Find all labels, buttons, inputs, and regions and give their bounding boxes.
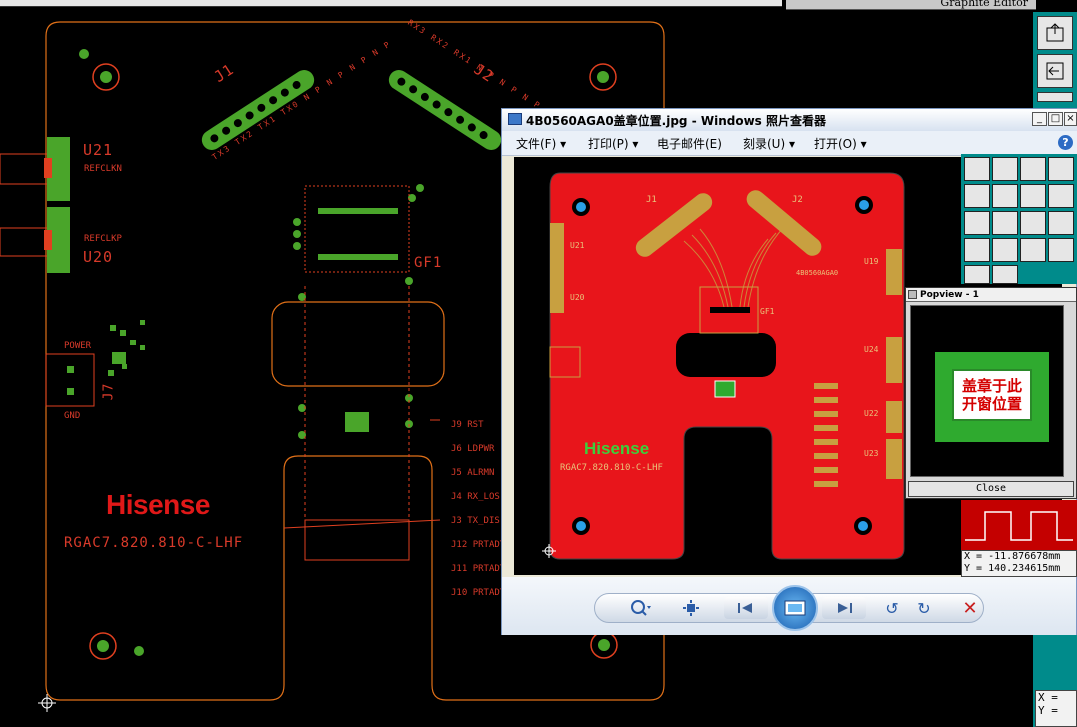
cad-coordinate-readout: X = Y =: [1035, 690, 1077, 727]
delete-icon[interactable]: ✕: [958, 595, 982, 621]
menu-burn[interactable]: 刻录(U) ▾: [743, 135, 795, 152]
viewer-titlebar[interactable]: 4B0560AGA0盖章位置.jpg - Windows 照片查看器 _ □ ×: [502, 109, 1077, 132]
menu-file[interactable]: 文件(F) ▾: [516, 135, 566, 152]
palette-distribute-icon[interactable]: [992, 211, 1018, 235]
palette-misc2-icon[interactable]: [992, 265, 1018, 284]
j7-label: J7: [101, 382, 117, 401]
popview-app-icon: [908, 290, 917, 299]
palette-scale-icon[interactable]: [1020, 211, 1046, 235]
jumper-label: J6 LDPWR: [451, 444, 495, 454]
export-up-icon[interactable]: [1037, 16, 1073, 50]
help-icon[interactable]: ?: [1058, 135, 1073, 150]
actual-size-icon[interactable]: [678, 595, 704, 621]
palette-export-icon[interactable]: [964, 157, 990, 181]
photo-viewer-app-icon: [508, 113, 522, 125]
palette-move-icon[interactable]: [964, 184, 990, 208]
palette-pin-icon[interactable]: [1048, 238, 1074, 262]
viewer-menubar: 文件(F) ▾ 打印(P) ▾ 电子邮件(E) 刻录(U) ▾ 打开(O) ▾ …: [502, 131, 1077, 156]
jumper-label: J9 RST: [451, 420, 484, 430]
popview-canvas[interactable]: 盖章于此 开窗位置: [910, 305, 1064, 477]
stamp-area: 盖章于此 开窗位置: [935, 352, 1049, 442]
jumper-label: J11 PRTADT: [451, 564, 506, 574]
stamp-note-line2: 开窗位置: [961, 395, 1022, 413]
photo-j2-label: J2: [792, 195, 803, 205]
palette-mirror-icon[interactable]: [1020, 184, 1046, 208]
cursor-x-coord: X = -11.876678mm: [964, 551, 1061, 562]
menu-email[interactable]: 电子邮件(E): [657, 135, 722, 152]
slideshow-icon[interactable]: [772, 585, 818, 631]
photo-u20-label: U20: [570, 293, 585, 302]
cad-y-label: Y =: [1038, 704, 1058, 717]
cad-palette-toolbar: [961, 154, 1077, 284]
import-left-icon[interactable]: [1037, 54, 1073, 88]
stamp-note-line1: 盖章于此: [961, 377, 1022, 395]
palette-grid-icon[interactable]: [1048, 157, 1074, 181]
viewer-bottom-bar: ↺ ↻ ✕: [502, 577, 1076, 635]
stamp-note: 盖章于此 开窗位置: [952, 369, 1032, 421]
waveform-preview: [961, 500, 1077, 550]
menu-open[interactable]: 打开(O) ▾: [814, 135, 867, 152]
power-label: POWER: [64, 341, 92, 351]
palette-misc-icon[interactable]: [964, 265, 990, 284]
u21-sub-label: REFCLKN: [84, 164, 122, 174]
jumper-label: J10 PRTADT: [451, 588, 506, 598]
popview-titlebar[interactable]: Popview - 1: [906, 288, 1076, 302]
cursor-coordinate-readout: X = -11.876678mm Y = 140.234615mm: [961, 550, 1077, 577]
palette-line-icon[interactable]: [992, 238, 1018, 262]
jumper-label: J3 TX_DIS: [451, 516, 500, 526]
photo-gf1-label: GF1: [760, 307, 775, 316]
photo-u23-label: U23: [864, 449, 879, 458]
u20-label: U20: [83, 248, 114, 266]
minimize-icon[interactable]: _: [1032, 112, 1047, 126]
photo-u22-label: U22: [864, 409, 879, 418]
photo-hisense-logo: Hisense: [584, 439, 650, 458]
cad-window-top-border: [0, 0, 782, 7]
board-part-number: RGAC7.820.810-C-LHF: [64, 535, 244, 551]
photo-u19-label: U19: [864, 257, 879, 266]
gf1-label: GF1: [414, 255, 443, 271]
graphite-editor-title: Graphite Editor: [786, 0, 1036, 10]
next-icon[interactable]: [822, 597, 866, 619]
jumper-label: J12 PRTADT: [451, 540, 506, 550]
u21-label: U21: [83, 141, 114, 159]
rotate-right-icon[interactable]: ↻: [912, 595, 936, 621]
u20-sub-label: REFCLKP: [84, 234, 122, 244]
palette-layer-icon[interactable]: [964, 238, 990, 262]
hisense-logo: Hisense: [106, 489, 210, 520]
cad-x-label: X =: [1038, 691, 1058, 704]
zoom-icon[interactable]: [626, 595, 656, 621]
palette-import-icon[interactable]: [992, 157, 1018, 181]
jumper-label: J5 ALRMN: [451, 468, 495, 478]
palette-rotate-icon[interactable]: [1048, 184, 1074, 208]
photo-j1-label: J1: [646, 195, 657, 205]
toolbar-more-icon[interactable]: [1037, 92, 1073, 102]
previous-icon[interactable]: [724, 597, 768, 619]
close-icon[interactable]: ×: [1064, 112, 1077, 126]
palette-align-icon[interactable]: [964, 211, 990, 235]
photo-u24-label: U24: [864, 345, 879, 354]
popview-window: Popview - 1 盖章于此 开窗位置 Close: [905, 287, 1077, 499]
photo-u21-label: U21: [570, 241, 585, 250]
photo-code-label: 4B0560AGA0: [796, 269, 839, 277]
maximize-icon[interactable]: □: [1048, 112, 1063, 126]
palette-net-icon[interactable]: [1020, 238, 1046, 262]
palette-copy-icon[interactable]: [992, 184, 1018, 208]
rotate-left-icon[interactable]: ↺: [880, 595, 904, 621]
popview-close-button[interactable]: Close: [908, 481, 1074, 497]
viewer-title: 4B0560AGA0盖章位置.jpg - Windows 照片查看器: [526, 114, 826, 128]
popview-title: Popview - 1: [920, 290, 979, 300]
cursor-y-coord: Y = 140.234615mm: [964, 563, 1061, 574]
jumper-label-list: J9 RST J6 LDPWR J5 ALRMN J4 RX_LOS J3 TX…: [451, 420, 506, 612]
palette-save-icon[interactable]: [1020, 157, 1046, 181]
jumper-label: J4 RX_LOS: [451, 492, 500, 502]
menu-print[interactable]: 打印(P) ▾: [588, 135, 638, 152]
palette-measure-icon[interactable]: [1048, 211, 1074, 235]
photo-part-number: RGAC7.820.810-C-LHF: [560, 463, 663, 473]
gnd-label: GND: [64, 411, 81, 421]
